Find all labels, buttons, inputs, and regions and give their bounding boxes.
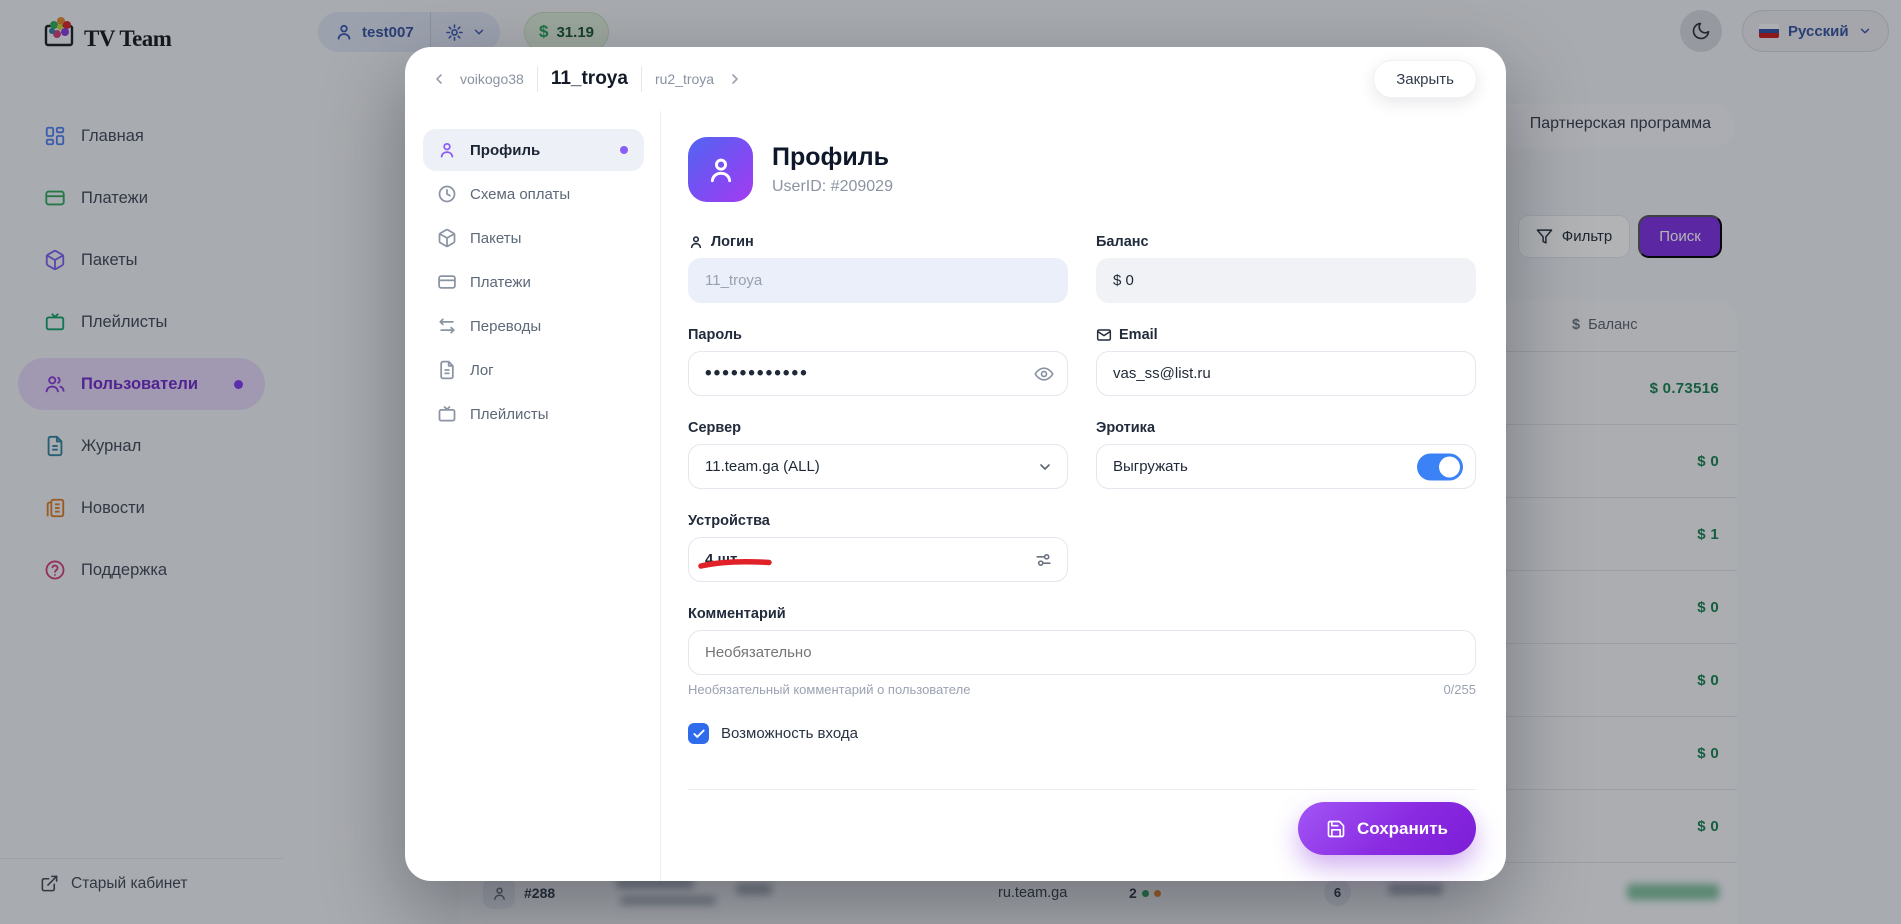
eye-icon (1034, 364, 1054, 384)
chevron-right-icon[interactable] (727, 71, 743, 87)
comment-char-counter: 0/255 (1443, 682, 1476, 697)
modal-nav-profile[interactable]: Профиль (423, 129, 644, 171)
devices-control[interactable]: 4 шт (688, 537, 1068, 582)
login-access-row: Возможность входа (688, 723, 1476, 744)
erotic-option-label: Выгружать (1113, 458, 1188, 475)
modal-nav-packages[interactable]: Пакеты (423, 217, 644, 259)
modal-header: voikogo38 11_troya ru2_troya Закрыть (405, 47, 1506, 111)
red-underline-annotation (698, 556, 772, 569)
erotic-field-group: Эротика Выгружать (1096, 420, 1476, 489)
modal-footer: Сохранить (688, 789, 1476, 855)
modal-nav-label: Схема оплаты (470, 186, 570, 203)
page-title: Профиль (772, 143, 893, 172)
devices-spacer (1096, 513, 1476, 582)
devices-field-group: Устройства 4 шт (688, 513, 1068, 582)
balance-label: Баланс (1096, 234, 1476, 250)
devices-label: Устройства (688, 513, 1068, 529)
login-access-checkbox[interactable] (688, 723, 709, 744)
save-button[interactable]: Сохранить (1298, 802, 1476, 855)
modal-nav-payment-scheme[interactable]: Схема оплаты (423, 173, 644, 215)
breadcrumb: voikogo38 11_troya ru2_troya (431, 66, 743, 92)
package-icon (437, 228, 457, 248)
erotic-toggle[interactable] (1417, 453, 1463, 480)
modal-nav-label: Лог (470, 362, 494, 379)
balance-field-group: Баланс (1096, 234, 1476, 303)
modal-nav-label: Платежи (470, 274, 531, 291)
transfer-arrows-icon (437, 316, 457, 336)
server-select[interactable]: 11.team.ga (ALL) (688, 444, 1068, 489)
modal-nav-label: Переводы (470, 318, 541, 335)
credit-card-icon (437, 272, 457, 292)
modal-nav-playlists[interactable]: Плейлисты (423, 393, 644, 435)
breadcrumb-divider (641, 66, 642, 92)
profile-avatar (688, 137, 753, 202)
login-access-label: Возможность входа (721, 725, 858, 742)
modal-nav-log[interactable]: Лог (423, 349, 644, 391)
devices-value-wrap: 4 шт (705, 551, 737, 568)
login-label: Логин (688, 234, 1068, 250)
modal-nav-label: Плейлисты (470, 406, 549, 423)
comment-label: Комментарий (688, 606, 1476, 622)
server-field-group: Сервер 11.team.ga (ALL) (688, 420, 1068, 489)
save-icon (1326, 819, 1346, 839)
sliders-icon (1034, 550, 1053, 569)
form-grid: Логин Баланс Пароль (688, 234, 1476, 697)
breadcrumb-current-user: 11_troya (551, 68, 628, 90)
chevron-left-icon[interactable] (431, 71, 447, 87)
server-selected-value: 11.team.ga (ALL) (705, 458, 820, 475)
breadcrumb-divider (537, 66, 538, 92)
chevron-down-icon (1037, 459, 1053, 475)
eye-icon[interactable] (1034, 364, 1054, 384)
modal-body: Профиль Схема оплаты Пакеты Платежи Пере… (405, 111, 1506, 881)
password-input[interactable] (688, 351, 1068, 396)
erotic-row: Выгружать (1096, 444, 1476, 489)
modal-nav-transfers[interactable]: Переводы (423, 305, 644, 347)
breadcrumb-next-user[interactable]: ru2_troya (655, 71, 714, 87)
email-field-group: Email (1096, 327, 1476, 396)
save-label: Сохранить (1357, 819, 1448, 839)
breadcrumb-prev-user[interactable]: voikogo38 (460, 71, 524, 87)
balance-input[interactable] (1096, 258, 1476, 303)
modal-nav: Профиль Схема оплаты Пакеты Платежи Пере… (405, 111, 661, 881)
password-field-group: Пароль (688, 327, 1068, 396)
check-icon (692, 727, 706, 741)
comment-helper-text: Необязательный комментарий о пользовател… (688, 682, 970, 697)
comment-helper-row: Необязательный комментарий о пользовател… (688, 682, 1476, 697)
modal-nav-payments[interactable]: Платежи (423, 261, 644, 303)
profile-form: Профиль UserID: #209029 Логин Баланс (661, 111, 1506, 881)
tv-icon (437, 404, 457, 424)
user-icon (705, 154, 737, 186)
close-button[interactable]: Закрыть (1373, 60, 1477, 98)
profile-header: Профиль UserID: #209029 (688, 137, 1476, 202)
password-label: Пароль (688, 327, 1068, 343)
login-input[interactable] (688, 258, 1068, 303)
erotic-label: Эротика (1096, 420, 1476, 436)
comment-input[interactable] (688, 630, 1476, 675)
user-icon (437, 140, 457, 160)
modal-nav-label: Пакеты (470, 230, 521, 247)
file-text-icon (437, 360, 457, 380)
comment-field-group: Комментарий Необязательный комментарий о… (688, 606, 1476, 697)
user-profile-modal: voikogo38 11_troya ru2_troya Закрыть Про… (405, 47, 1506, 881)
login-field-group: Логин (688, 234, 1068, 303)
mail-icon (1096, 327, 1112, 343)
user-id: UserID: #209029 (772, 178, 893, 196)
modal-nav-label: Профиль (470, 142, 540, 159)
email-input[interactable] (1096, 351, 1476, 396)
email-label: Email (1096, 327, 1476, 343)
server-label: Сервер (688, 420, 1068, 436)
user-icon (688, 234, 704, 250)
clock-icon (437, 184, 457, 204)
